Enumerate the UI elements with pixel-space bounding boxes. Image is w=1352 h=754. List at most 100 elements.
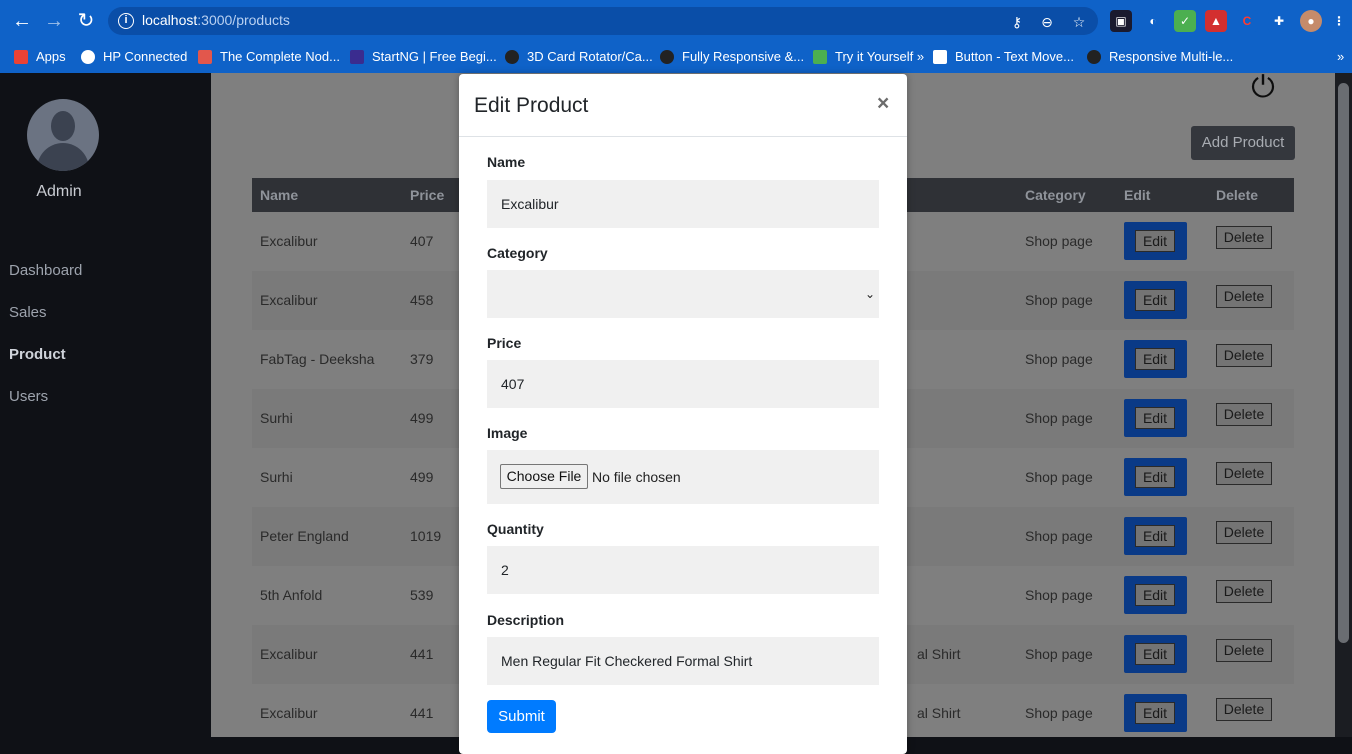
back-icon[interactable]: ← xyxy=(10,9,34,33)
category-select[interactable]: ⌄ xyxy=(487,270,879,318)
column-header-price: Price xyxy=(410,187,445,203)
edit-button[interactable]: Edit xyxy=(1124,222,1187,260)
add-product-button[interactable]: Add Product xyxy=(1191,126,1295,160)
forward-icon[interactable]: → xyxy=(42,9,66,33)
avatar-body xyxy=(37,143,89,171)
cell-name: FabTag - Deeksha xyxy=(260,351,375,367)
edit-button-label[interactable]: Edit xyxy=(1135,230,1175,252)
delete-button[interactable]: Delete xyxy=(1216,285,1272,308)
scrollbar-thumb[interactable] xyxy=(1338,83,1349,643)
cell-price: 441 xyxy=(410,705,434,721)
sidebar-item-users[interactable]: Users xyxy=(9,388,48,405)
edit-button-label[interactable]: Edit xyxy=(1135,466,1175,488)
bookmark-item[interactable]: Responsive Multi-le... xyxy=(1087,49,1233,64)
description-input[interactable]: Men Regular Fit Checkered Formal Shirt xyxy=(487,637,879,685)
cell-price: 379 xyxy=(410,351,434,367)
sidebar-item-dashboard[interactable]: Dashboard xyxy=(9,262,82,279)
edit-button[interactable]: Edit xyxy=(1124,635,1187,673)
puzzle-icon[interactable]: ✚ xyxy=(1268,10,1290,32)
cell-price: 441 xyxy=(410,646,434,662)
key-icon[interactable]: ⚷ xyxy=(1008,13,1026,31)
edit-button-label[interactable]: Edit xyxy=(1135,643,1175,665)
delete-button[interactable]: Delete xyxy=(1216,344,1272,367)
name-input[interactable]: Excalibur xyxy=(487,180,879,228)
zoom-icon[interactable]: ⊖ xyxy=(1038,13,1056,31)
apps-grid-icon xyxy=(14,49,28,64)
extension-icon[interactable]: ▲ xyxy=(1205,10,1227,32)
cell-description: al Shirt xyxy=(917,646,961,662)
column-header-name: Name xyxy=(260,187,299,203)
edit-button[interactable]: Edit xyxy=(1124,517,1187,555)
avatar xyxy=(27,99,99,171)
edit-button[interactable]: Edit xyxy=(1124,576,1187,614)
delete-button[interactable]: Delete xyxy=(1216,639,1272,662)
edit-button-label[interactable]: Edit xyxy=(1135,289,1175,311)
profile-avatar[interactable]: ● xyxy=(1300,10,1322,32)
extension-icon[interactable]: ▣ xyxy=(1110,10,1132,32)
edit-button-label[interactable]: Edit xyxy=(1135,525,1175,547)
bookmark-item[interactable]: The Complete Nod... xyxy=(198,49,340,64)
reload-icon[interactable]: ↻ xyxy=(74,9,98,33)
power-icon[interactable]: ⏻ xyxy=(1248,73,1278,103)
delete-button[interactable]: Delete xyxy=(1216,403,1272,426)
extension-icon[interactable]: ✓ xyxy=(1174,10,1196,32)
edit-button[interactable]: Edit xyxy=(1124,340,1187,378)
close-icon[interactable]: × xyxy=(877,92,889,116)
bookmark-apps[interactable]: Apps xyxy=(14,49,66,64)
delete-button[interactable]: Delete xyxy=(1216,580,1272,603)
url-text[interactable]: localhost:3000/products xyxy=(142,12,290,28)
edit-button-label[interactable]: Edit xyxy=(1135,407,1175,429)
bookmark-favicon xyxy=(933,49,947,64)
bookmark-favicon xyxy=(198,49,212,64)
address-bar[interactable]: i localhost:3000/products ⚷ ⊖ ☆ xyxy=(108,7,1098,35)
bookmark-item[interactable]: HP Connected xyxy=(81,49,187,64)
bookmark-star-icon[interactable]: ☆ xyxy=(1070,13,1088,31)
edit-button[interactable]: Edit xyxy=(1124,399,1187,437)
no-file-text: No file chosen xyxy=(592,469,681,485)
edit-button-label[interactable]: Edit xyxy=(1135,584,1175,606)
admin-name: Admin xyxy=(36,183,82,200)
modal-title: Edit Product xyxy=(474,94,589,117)
quantity-input[interactable]: 2 xyxy=(487,546,879,594)
site-info-icon[interactable]: i xyxy=(118,13,134,29)
edit-button[interactable]: Edit xyxy=(1124,281,1187,319)
cell-name: Excalibur xyxy=(260,292,318,308)
column-header-edit: Edit xyxy=(1124,187,1151,203)
image-file-input: Choose File No file chosen xyxy=(487,450,879,504)
bookmark-item[interactable]: Fully Responsive &... xyxy=(660,49,804,64)
edit-button[interactable]: Edit xyxy=(1124,694,1187,732)
extension-icon[interactable]: C xyxy=(1236,10,1258,32)
delete-button[interactable]: Delete xyxy=(1216,226,1272,249)
edit-button[interactable]: Edit xyxy=(1124,458,1187,496)
sidebar-item-product[interactable]: Product xyxy=(9,346,66,363)
cell-price: 499 xyxy=(410,410,434,426)
cell-description: al Shirt xyxy=(917,705,961,721)
bookmarks-overflow-icon[interactable]: » xyxy=(1337,49,1344,64)
choose-file-button[interactable]: Choose File xyxy=(500,464,588,489)
edit-button-label[interactable]: Edit xyxy=(1135,702,1175,724)
submit-button[interactable]: Submit xyxy=(487,700,556,733)
cell-category: Shop page xyxy=(1025,646,1093,662)
bookmark-item[interactable]: 3D Card Rotator/Ca... xyxy=(505,49,653,64)
sidebar-item-sales[interactable]: Sales xyxy=(9,304,47,321)
extension-icon[interactable]: ◐ xyxy=(1142,10,1164,32)
delete-button[interactable]: Delete xyxy=(1216,521,1272,544)
delete-button[interactable]: Delete xyxy=(1216,698,1272,721)
cell-name: 5th Anfold xyxy=(260,587,323,603)
image-label: Image xyxy=(487,425,528,441)
cell-price: 1019 xyxy=(410,528,442,544)
edit-button-label[interactable]: Edit xyxy=(1135,348,1175,370)
bookmark-item[interactable]: Button - Text Move... xyxy=(933,49,1074,64)
bookmark-item[interactable]: StartNG | Free Begi... xyxy=(350,49,497,64)
browser-toolbar: ← → ↻ i localhost:3000/products ⚷ ⊖ ☆ ▣ … xyxy=(0,0,1352,42)
scrollbar[interactable] xyxy=(1335,73,1352,737)
price-input[interactable]: 407 xyxy=(487,360,879,408)
cell-name: Excalibur xyxy=(260,705,318,721)
cell-name: Surhi xyxy=(260,410,293,426)
chevron-down-icon: ⌄ xyxy=(864,287,875,301)
menu-kebab-icon[interactable]: ⋮ xyxy=(1328,10,1350,32)
delete-button[interactable]: Delete xyxy=(1216,462,1272,485)
category-label: Category xyxy=(487,245,548,261)
bookmark-item[interactable]: Try it Yourself » xyxy=(813,49,924,64)
cell-name: Excalibur xyxy=(260,646,318,662)
